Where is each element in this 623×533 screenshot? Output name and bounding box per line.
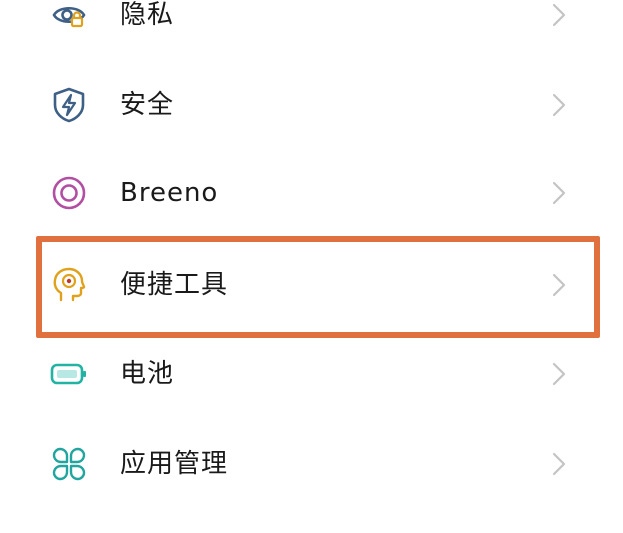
settings-item-breeno[interactable]: Breeno [0,148,623,238]
chevron-right-icon [548,2,570,28]
chevron-right-icon [548,180,570,206]
settings-item-app-management[interactable]: 应用管理 [0,419,623,509]
battery-icon [50,355,88,393]
settings-screen: 隐私 安全 Breeno 便捷工具 电池 应用管理 [0,0,623,533]
settings-item-label: 隐私 [120,0,175,30]
settings-item-label: Breeno [120,178,219,208]
settings-item-battery[interactable]: 电池 [0,329,623,419]
settings-item-label: 便捷工具 [120,270,229,300]
settings-item-convenience-tools[interactable]: 便捷工具 [0,240,623,330]
chevron-right-icon [548,92,570,118]
breeno-ring-icon [50,174,88,212]
settings-item-label: 电池 [120,359,175,389]
head-gear-tools-icon [50,266,88,304]
settings-item-label: 安全 [120,90,175,120]
app-grid-icon [50,445,88,483]
chevron-right-icon [548,272,570,298]
chevron-right-icon [548,361,570,387]
chevron-right-icon [548,451,570,477]
privacy-eye-lock-icon [50,0,88,34]
security-shield-bolt-icon [50,86,88,124]
settings-item-label: 应用管理 [120,449,229,479]
settings-item-privacy[interactable]: 隐私 [0,0,623,60]
settings-item-security[interactable]: 安全 [0,60,623,150]
